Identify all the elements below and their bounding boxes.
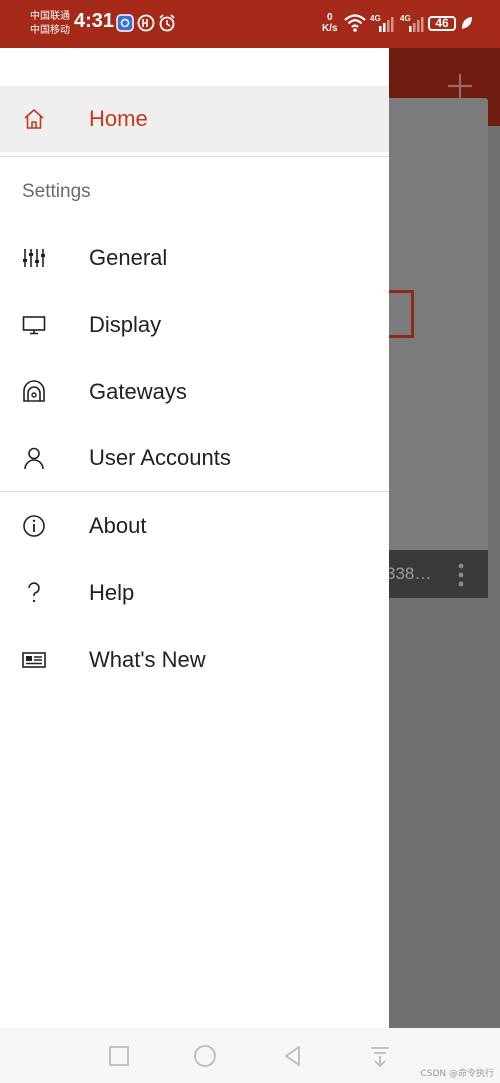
drawer-item-general[interactable]: General xyxy=(0,225,389,291)
home-icon xyxy=(24,109,44,129)
signal-bars-2-icon xyxy=(409,17,424,32)
monitor-icon xyxy=(22,316,46,335)
drawer-item-about[interactable]: About xyxy=(0,493,389,559)
notification-pulldown-icon[interactable] xyxy=(368,1044,392,1068)
app-notification-icon xyxy=(116,14,134,32)
drawer-item-user-accounts[interactable]: User Accounts xyxy=(0,425,389,491)
home-nav-icon[interactable] xyxy=(193,1044,217,1068)
status-bar: 中国联通 中国移动 4:31 0 K/s 4G 4G 46 xyxy=(0,0,500,48)
battery-saver-leaf-icon xyxy=(462,17,472,29)
system-nav-bar: CSDN @命令执行 xyxy=(0,1028,500,1083)
question-icon xyxy=(28,582,40,603)
drawer-item-whats-new[interactable]: What's New xyxy=(0,627,389,693)
drawer-item-label: What's New xyxy=(89,647,206,672)
recents-icon[interactable] xyxy=(107,1044,131,1068)
net-speed-unit: K/s xyxy=(322,23,338,34)
net-speed-value: 0 xyxy=(327,12,333,23)
sliders-icon xyxy=(23,249,45,267)
add-icon[interactable] xyxy=(446,72,474,100)
navigation-drawer: Home Settings General Display Gateways U… xyxy=(0,48,389,1028)
screen: 中国联通 中国移动 4:31 0 K/s 4G 4G 46 338… Home … xyxy=(0,0,500,1083)
clock: 4:31 xyxy=(74,10,115,32)
drawer-item-label: General xyxy=(89,245,168,270)
drawer-item-label: User Accounts xyxy=(89,445,231,470)
carrier-names: 中国联通 中国移动 xyxy=(30,10,70,38)
settings-section-header: Settings xyxy=(22,181,91,202)
user-icon xyxy=(24,447,44,470)
background-card-footer: 338… xyxy=(380,550,488,598)
drawer-item-label: Display xyxy=(89,312,162,337)
background-card xyxy=(380,98,488,598)
back-icon[interactable] xyxy=(281,1044,305,1068)
drawer-item-label: Gateways xyxy=(89,379,187,404)
alarm-icon xyxy=(159,14,175,32)
watermark: CSDN @命令执行 xyxy=(420,1069,494,1079)
signal-bars-1-icon xyxy=(379,17,394,32)
drawer-item-gateways[interactable]: Gateways xyxy=(0,359,389,425)
info-icon xyxy=(23,515,45,537)
divider xyxy=(0,491,389,492)
news-icon xyxy=(22,652,46,668)
divider xyxy=(0,156,389,157)
drawer-item-label: Home xyxy=(89,106,148,131)
carrier-1: 中国联通 xyxy=(30,11,70,22)
battery-indicator: 46 xyxy=(428,16,456,31)
drawer-item-label: Help xyxy=(89,580,135,605)
network-speed: 0 K/s xyxy=(322,12,338,34)
carrier-2: 中国移动 xyxy=(30,25,70,36)
drawer-item-help[interactable]: Help xyxy=(0,560,389,626)
more-options-icon[interactable] xyxy=(456,562,466,588)
data-saver-icon xyxy=(137,14,155,32)
gateway-icon xyxy=(23,380,45,402)
drawer-item-display[interactable]: Display xyxy=(0,292,389,358)
wifi-icon xyxy=(344,14,366,32)
background-card-title: 338… xyxy=(386,564,432,583)
drawer-item-label: About xyxy=(89,513,147,538)
drawer-item-home[interactable]: Home xyxy=(0,86,389,152)
